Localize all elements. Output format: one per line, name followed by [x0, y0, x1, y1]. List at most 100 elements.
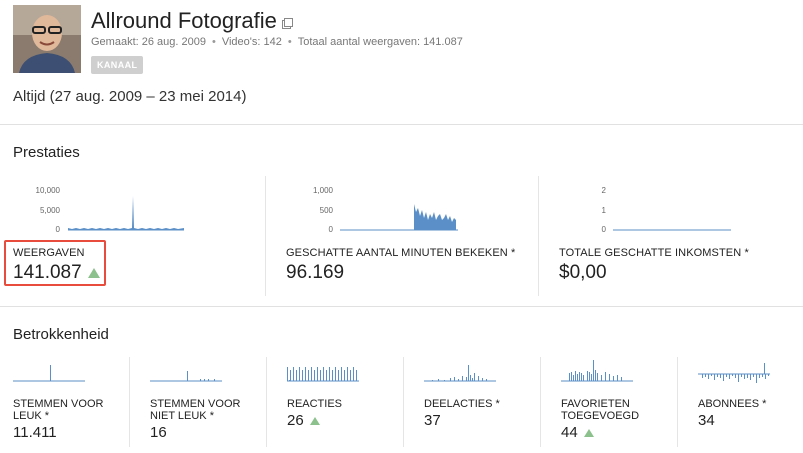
sparkline-bar [347, 367, 348, 381]
sparkline-bar [323, 367, 324, 381]
favorites-value: 44 [561, 424, 578, 441]
panel-divider [129, 357, 130, 447]
minutes-sparkline [340, 204, 458, 231]
label-line: REACTIES [287, 398, 343, 410]
sparkline-bar [329, 367, 330, 381]
channel-badge: KANAAL [91, 56, 144, 74]
highlight-box [4, 240, 106, 286]
sparkline-bar [462, 376, 463, 381]
sparkline-bar [308, 370, 309, 381]
sparkline-bar [764, 363, 765, 374]
sparkline-bar [744, 374, 745, 379]
sparkline-bar [332, 370, 333, 381]
triangle-up-icon [583, 428, 594, 437]
total-views: Totaal aantal weergaven: 141.087 [297, 36, 463, 48]
comments-value-row: 26 [287, 412, 320, 429]
sparkline-bar [356, 370, 357, 381]
sparkline-bar [290, 370, 291, 381]
tick-label: 0 [601, 225, 606, 234]
panel-divider [266, 357, 267, 447]
sparkline-bar [571, 372, 572, 381]
tick-label: 2 [601, 186, 606, 195]
sparkline-bar [768, 374, 769, 376]
tick-label: 500 [319, 206, 333, 215]
date-range[interactable]: Altijd (27 aug. 2009 – 23 mei 2014) [13, 88, 247, 105]
shares-sparkline [424, 365, 496, 382]
sparkline-bar [296, 370, 297, 381]
revenue-sparkline [613, 229, 731, 231]
likes-sparkline [13, 365, 85, 382]
label-line: STEMMEN VOOR [13, 398, 104, 410]
sparkline-bar [293, 367, 294, 381]
panel-divider [265, 176, 266, 296]
tick-label: 1 [601, 206, 606, 215]
sparkline-bar [317, 367, 318, 381]
tick-label: 0 [55, 225, 60, 234]
minutes-value-row: 96.169 [286, 262, 344, 284]
sparkline-bar [287, 367, 288, 381]
sparkline-bar [482, 378, 483, 381]
sparkline-bar [595, 370, 596, 381]
sparkline-bar [470, 375, 471, 381]
label-line: FAVORIETEN [561, 398, 630, 410]
sparkline-bar [601, 375, 602, 381]
sparkline-bar [577, 374, 578, 381]
sparkline-bar [609, 374, 610, 381]
sparkline-bar [581, 373, 582, 381]
sparkline-bar [486, 379, 487, 381]
sparkline-bar [454, 377, 455, 381]
tick-label: 5,000 [39, 206, 60, 215]
meta-separator: • [211, 36, 216, 48]
favorites-value-row: 44 [561, 424, 594, 441]
sparkline-bar [583, 375, 584, 381]
comments-sparkline [287, 367, 359, 382]
subscribers-value: 34 [698, 412, 715, 429]
minutes-label: GESCHATTE AANTAL MINUTEN BEKEKEN * [286, 247, 516, 259]
dislikes-label: STEMMEN VOOR NIET LEUK * [150, 398, 270, 422]
created-date: Gemaakt: 26 aug. 2009 [91, 36, 206, 48]
minutes-value: 96.169 [286, 262, 345, 283]
channel-avatar[interactable] [13, 5, 81, 73]
channel-header: Allround Fotografie Gemaakt: 26 aug. 200… [0, 0, 803, 125]
sparkline-bar [759, 374, 760, 378]
sparkline-bar [735, 374, 736, 378]
external-link-icon[interactable] [281, 9, 293, 35]
sparkline-bar [326, 370, 327, 381]
sparkline-bar [458, 379, 459, 381]
sparkline-bar [613, 376, 614, 381]
sparkline-bar [593, 360, 594, 381]
sparkline-bar [468, 365, 469, 381]
channel-name[interactable]: Allround Fotografie [91, 8, 277, 34]
sparkline-bar [311, 367, 312, 381]
sparkline-bar [587, 371, 588, 381]
sparkline-bar [756, 374, 757, 383]
label-line: LEUK * [13, 410, 50, 422]
panel-divider [403, 357, 404, 447]
sparkline-bar [573, 375, 574, 381]
likes-label: STEMMEN VOOR LEUK * [13, 398, 133, 422]
sparkline-bar [320, 370, 321, 381]
performance-title: Prestaties [13, 144, 80, 161]
engagement-title: Betrokkenheid [13, 326, 109, 343]
sparkline-bar [753, 374, 754, 377]
revenue-value-row: $0,00 [559, 262, 607, 284]
sparkline-bar [350, 370, 351, 381]
sparkline-bar [432, 380, 433, 381]
sparkline-bar [305, 367, 306, 381]
sparkline-bar [750, 374, 751, 380]
label-line: NIET LEUK * [150, 410, 214, 422]
sparkline-bar [732, 374, 733, 376]
sparkline-bar [738, 374, 739, 382]
sparkline-bar [621, 377, 622, 381]
subscribers-sparkline [698, 363, 770, 383]
video-count: Video's: 142 [221, 36, 282, 48]
sparkline-bar [747, 374, 748, 378]
sparkline-bar [702, 374, 703, 378]
channel-title[interactable]: Allround Fotografie [91, 6, 293, 35]
meta-separator: • [287, 36, 292, 48]
tick-label: 10,000 [35, 186, 60, 195]
sparkline-bar [444, 380, 445, 381]
shares-label: DEELACTIES * [424, 398, 544, 410]
sparkline-bar [314, 370, 315, 381]
sparkline-bar [708, 374, 709, 379]
